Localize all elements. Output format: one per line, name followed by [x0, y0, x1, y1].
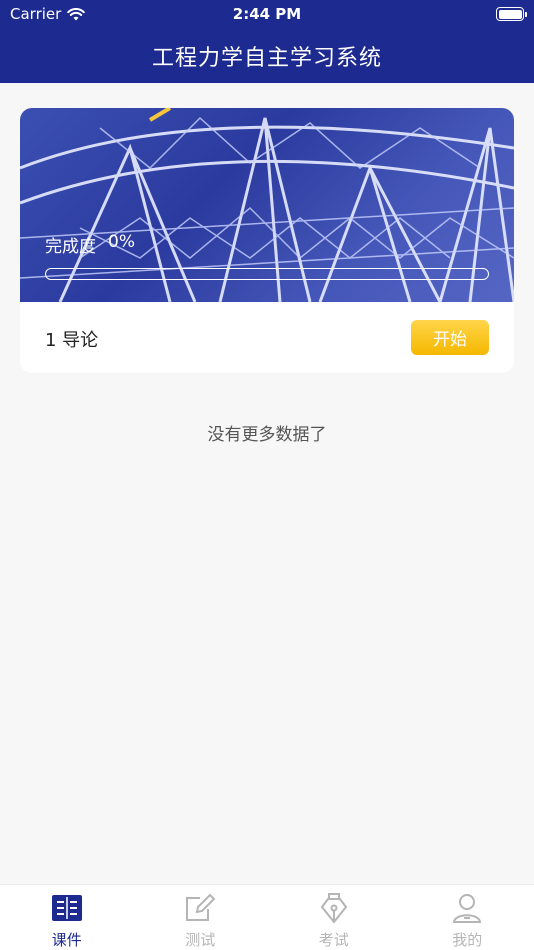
status-time: 2:44 PM: [232, 5, 302, 23]
progress-percent: 0%: [108, 232, 135, 252]
navigation-header: Carrier 2:44 PM 工程力学自主学习系统: [0, 0, 534, 83]
start-button[interactable]: 开始: [411, 320, 489, 355]
book-icon: [50, 891, 84, 925]
tab-courseware[interactable]: 课件: [0, 885, 134, 950]
app-screen: Carrier 2:44 PM 工程力学自主学习系统 完成度 0% 1 导论 开…: [0, 0, 534, 950]
battery-level: [498, 9, 522, 19]
course-banner-image: 完成度 0%: [20, 108, 514, 302]
list-end-message: 没有更多数据了: [207, 425, 327, 445]
lesson-title: 1 导论: [45, 330, 99, 351]
tab-exam[interactable]: 考试: [267, 885, 401, 950]
tab-label: 考试: [318, 931, 349, 949]
tab-label: 我的: [452, 931, 483, 949]
tab-test[interactable]: 测试: [134, 885, 268, 950]
status-bar: Carrier 2:44 PM: [0, 0, 534, 28]
user-icon: [450, 891, 484, 925]
course-card[interactable]: 完成度 0% 1 导论 开始: [20, 108, 514, 373]
page-title: 工程力学自主学习系统: [151, 46, 382, 71]
tab-label: 课件: [51, 931, 82, 949]
edit-icon: [183, 891, 217, 925]
battery-icon: [496, 7, 527, 21]
progress-bar: [45, 268, 489, 280]
bottom-tab-bar: 课件 测试 考试 我的: [0, 884, 534, 950]
progress-label-group: 完成度 0%: [45, 232, 135, 257]
tab-mine[interactable]: 我的: [401, 885, 534, 950]
pen-nib-icon: [317, 891, 351, 925]
progress-label: 完成度: [45, 237, 96, 257]
tab-label: 测试: [185, 931, 216, 949]
course-card-footer: 1 导论 开始: [20, 302, 514, 373]
